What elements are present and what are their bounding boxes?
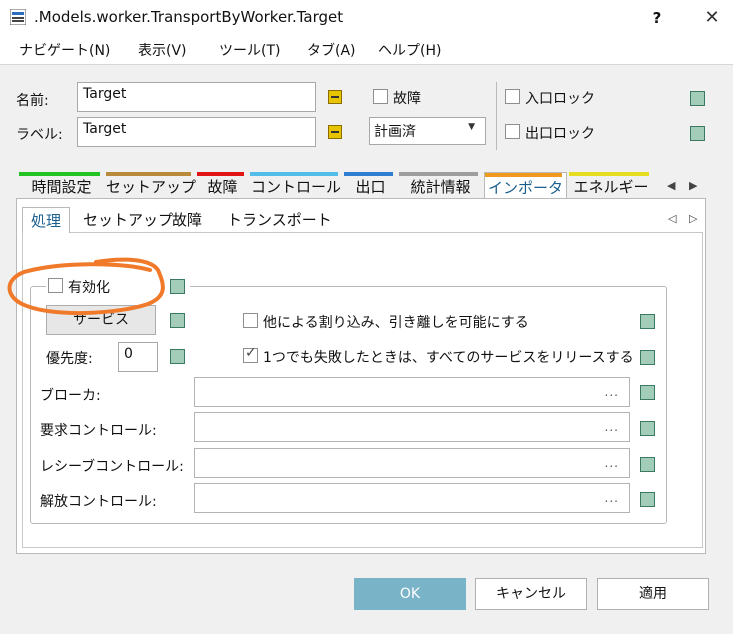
label-input[interactable]: Target (77, 117, 316, 147)
tab-stripe (19, 172, 100, 176)
request-control-input[interactable]: ... (194, 412, 630, 442)
tab-label: インポータ (487, 179, 563, 197)
subtab-failure[interactable]: 故障 (172, 207, 202, 233)
priority-input[interactable]: 0 (118, 342, 158, 372)
menu-tab[interactable]: タブ(A) (307, 40, 356, 60)
services-inherit-icon[interactable] (170, 313, 185, 328)
tab-label: 出口 (355, 178, 386, 196)
app-icon (9, 8, 27, 26)
entrance-lock-inherit-icon[interactable] (690, 91, 705, 106)
plan-dropdown[interactable]: 計画済 ▼ (369, 117, 486, 145)
close-button[interactable]: ✕ (700, 6, 724, 30)
tab-stripe (569, 172, 649, 176)
release-all-inherit-icon[interactable] (640, 350, 655, 365)
exit-lock-checkbox[interactable] (505, 124, 520, 139)
browse-icon[interactable]: ... (605, 456, 619, 470)
menu-help[interactable]: ヘルプ(H) (378, 40, 441, 60)
tab-energy[interactable]: エネルギー (569, 172, 653, 198)
tab-label: 統計情報 (410, 178, 471, 196)
release-all-label: 1つでも失敗したときは、すべてのサービスをリリースする (263, 350, 634, 366)
subtab-setup[interactable]: セットアップ (83, 207, 173, 233)
allow-interrupt-inherit-icon[interactable] (640, 314, 655, 329)
subtab-scroll-left-icon[interactable]: ◁ (668, 212, 676, 225)
tab-label: コントロール (250, 178, 341, 196)
header-divider (496, 82, 497, 150)
priority-inherit-icon[interactable] (170, 349, 185, 364)
entrance-lock-checkbox[interactable] (505, 89, 520, 104)
menu-view[interactable]: 表示(V) (138, 40, 187, 60)
failure-label: 故障 (393, 91, 421, 107)
tab-control[interactable]: コントロール (250, 172, 342, 198)
browse-icon[interactable]: ... (605, 491, 619, 505)
services-button[interactable]: サービス (46, 305, 156, 335)
tab-stripe (197, 172, 244, 176)
subtab-scroll-right-icon[interactable]: ▷ (689, 212, 697, 225)
tab-stripe (485, 173, 562, 177)
name-label: 名前: (16, 93, 49, 109)
plan-dropdown-value: 計画済 (374, 124, 416, 140)
request-control-label: 要求コントロール: (40, 423, 157, 439)
tab-failure[interactable]: 故障 (197, 172, 248, 198)
menu-navigate[interactable]: ナビゲート(N) (19, 40, 110, 60)
enable-importer-label: 有効化 (68, 280, 110, 296)
tab-scroll-right-icon[interactable]: ▶ (689, 179, 697, 192)
exit-lock-label: 出口ロック (525, 126, 595, 142)
subtab-processing[interactable]: 処理 (22, 207, 71, 233)
name-input[interactable]: Target (77, 82, 316, 112)
allow-interrupt-checkbox[interactable] (243, 313, 258, 328)
receive-control-inherit-icon[interactable] (640, 457, 655, 472)
priority-label: 優先度: (46, 351, 93, 367)
help-button[interactable]: ? (646, 7, 668, 29)
chevron-down-icon: ▼ (468, 122, 475, 132)
enable-importer-checkbox[interactable] (48, 278, 63, 293)
request-control-inherit-icon[interactable] (640, 421, 655, 436)
tab-stripe (106, 172, 191, 176)
failure-checkbox[interactable] (373, 89, 388, 104)
tab-stripe (399, 172, 478, 176)
label-label: ラベル: (16, 127, 63, 143)
allow-interrupt-label: 他による割り込み、引き離しを可能にする (263, 315, 529, 331)
tab-time[interactable]: 時間設定 (19, 172, 104, 198)
tab-label: エネルギー (573, 178, 649, 196)
tab-exit[interactable]: 出口 (344, 172, 397, 198)
exit-lock-inherit-icon[interactable] (690, 126, 705, 141)
receive-control-input[interactable]: ... (194, 448, 630, 478)
tab-statistics[interactable]: 統計情報 (399, 172, 482, 198)
enable-inherit-icon[interactable] (170, 279, 185, 294)
name-inherit-icon[interactable] (328, 90, 342, 104)
release-all-checkbox[interactable] (243, 345, 258, 363)
release-control-label: 解放コントロール: (40, 494, 157, 510)
tab-label: セットアップ (106, 178, 197, 196)
release-control-inherit-icon[interactable] (640, 492, 655, 507)
broker-inherit-icon[interactable] (640, 385, 655, 400)
tab-label: 時間設定 (31, 178, 92, 196)
tab-stripe (344, 172, 393, 176)
receive-control-label: レシーブコントロール: (40, 459, 184, 475)
ok-button[interactable]: OK (354, 578, 466, 610)
broker-input[interactable]: ... (194, 377, 630, 407)
tab-label: 故障 (207, 178, 238, 196)
entrance-lock-label: 入口ロック (525, 91, 595, 107)
release-control-input[interactable]: ... (194, 483, 630, 513)
tab-setup[interactable]: セットアップ (106, 172, 197, 198)
browse-icon[interactable]: ... (605, 385, 619, 399)
label-inherit-icon[interactable] (328, 125, 342, 139)
broker-label: ブローカ: (40, 388, 101, 404)
browse-icon[interactable]: ... (605, 420, 619, 434)
menu-separator (0, 64, 733, 65)
cancel-button[interactable]: キャンセル (475, 578, 587, 610)
tab-importer[interactable]: インポータ (484, 172, 567, 200)
tab-stripe (250, 172, 338, 176)
apply-button[interactable]: 適用 (597, 578, 709, 610)
subtab-transport[interactable]: トランスポート (227, 207, 332, 233)
menu-bar: ナビゲート(N) 表示(V) ツール(T) タブ(A) ヘルプ(H) (0, 36, 733, 64)
window-title: .Models.worker.TransportByWorker.Target (34, 8, 344, 26)
menu-tools[interactable]: ツール(T) (219, 40, 280, 60)
tab-scroll-left-icon[interactable]: ◀ (667, 179, 675, 192)
